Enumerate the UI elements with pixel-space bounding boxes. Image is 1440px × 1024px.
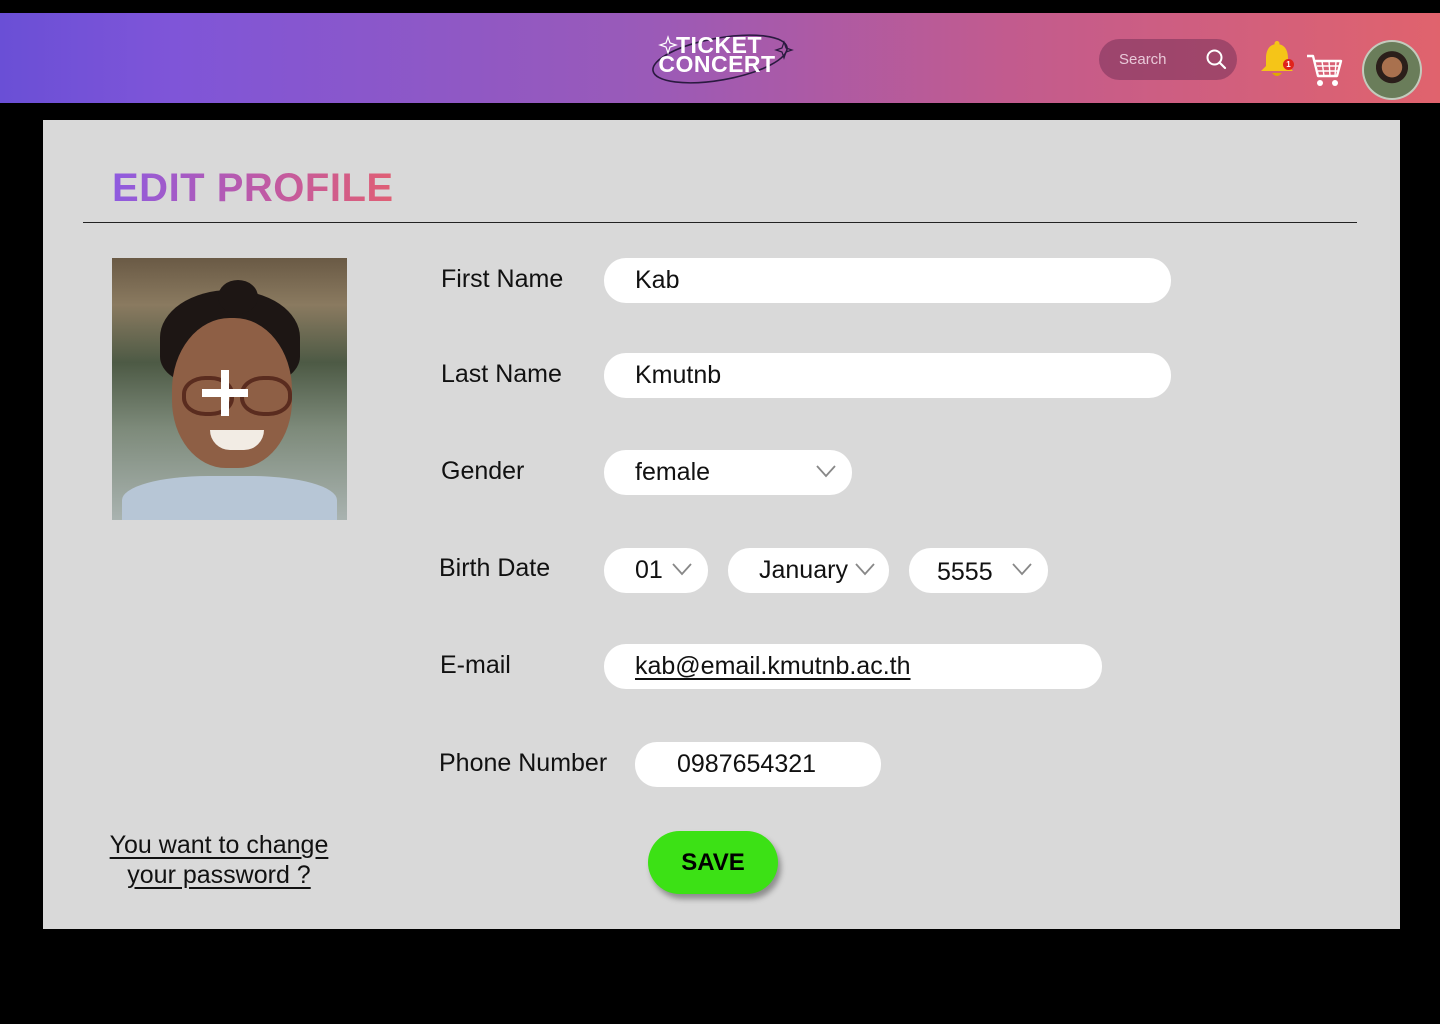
plus-icon[interactable] [202,370,248,416]
search-icon[interactable] [1205,48,1227,70]
phone-field[interactable]: 0987654321 [635,742,881,787]
email-label: E-mail [440,651,511,679]
email-value: kab@email.kmutnb.ac.th [635,652,911,680]
page-title: EDIT PROFILE [112,166,394,210]
birth-date-label: Birth Date [439,554,551,582]
phone-label: Phone Number [439,749,608,777]
chevron-down-icon [816,465,836,478]
notification-badge: 1 [1283,59,1294,70]
photo-shirt [122,476,337,520]
gender-value: female [635,458,711,486]
top-navbar: TICKET CONCERT Search 1 [0,13,1440,103]
chevron-down-icon [672,563,692,576]
birth-day-select[interactable]: 01 [604,548,708,593]
phone-value: 0987654321 [677,750,817,778]
birth-year-value: 5555 [937,558,993,586]
last-name-value: Kmutnb [635,361,722,389]
gender-select[interactable]: female [604,450,852,495]
birth-year-select[interactable]: 5555 [909,548,1048,593]
profile-photo-upload[interactable] [112,258,347,520]
birth-month-select[interactable]: January [728,548,889,593]
photo-hair-top [218,280,258,314]
save-button[interactable]: SAVE [648,831,778,894]
email-field[interactable]: kab@email.kmutnb.ac.th [604,644,1102,689]
change-password-link[interactable]: You want to change your password ? [106,830,332,890]
search-box[interactable]: Search [1099,39,1237,80]
first-name-field[interactable]: Kab [604,258,1171,303]
chevron-down-icon [855,563,875,576]
birth-month-value: January [759,556,848,584]
chevron-down-icon [1012,563,1032,576]
change-password-line-1: You want to change [109,831,329,859]
gender-label: Gender [441,457,525,485]
last-name-field[interactable]: Kmutnb [604,353,1171,398]
edit-profile-panel: EDIT PROFILE First Name Kab Last Name Km… [43,120,1400,929]
first-name-label: First Name [441,265,564,293]
last-name-label: Last Name [441,360,562,388]
search-placeholder: Search [1119,51,1167,68]
cart-icon[interactable] [1305,52,1343,90]
first-name-value: Kab [635,266,680,294]
birth-day-value: 01 [635,556,663,584]
change-password-line-2: your password ? [127,861,311,889]
user-avatar[interactable] [1362,40,1422,100]
title-divider [83,222,1357,223]
brand-line-2: CONCERT [658,51,776,77]
brand-logo[interactable]: TICKET CONCERT [650,29,800,89]
